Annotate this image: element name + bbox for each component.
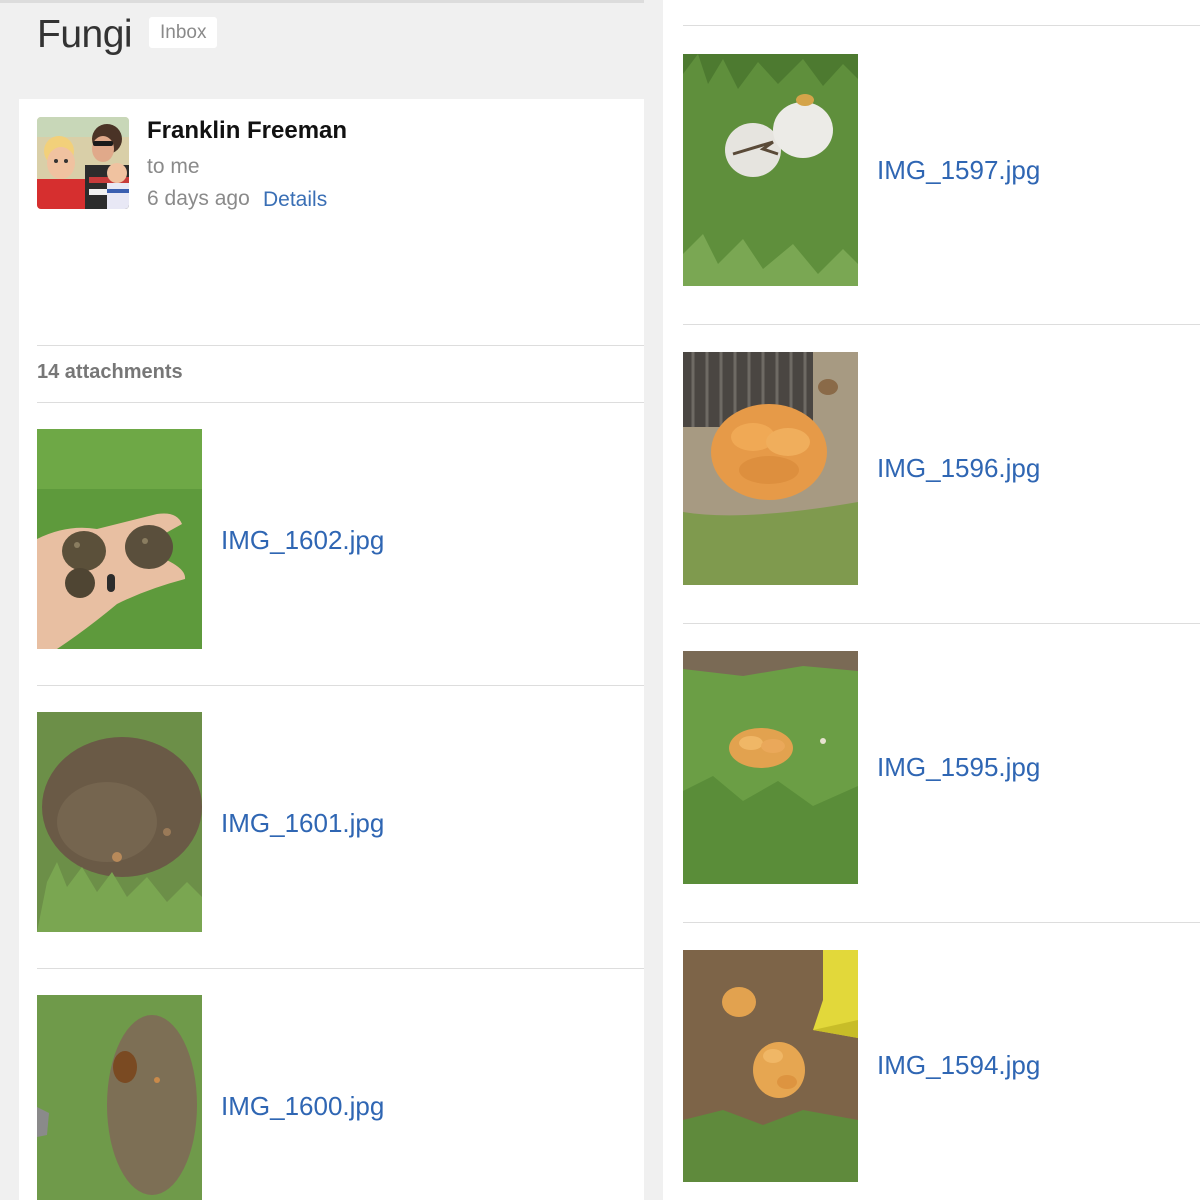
attachment-filename[interactable]: IMG_1594.jpg [877, 1050, 1040, 1081]
message-panel: Fungi Inbox Franklin Freeman to me 6 day… [0, 0, 644, 1200]
divider [683, 324, 1200, 325]
divider [37, 402, 644, 403]
attachment-thumbnail[interactable] [683, 352, 858, 585]
divider [683, 623, 1200, 624]
message-subject: Fungi [37, 13, 133, 56]
attachment-filename[interactable]: IMG_1600.jpg [221, 1091, 384, 1122]
attachment-thumbnail[interactable] [683, 950, 858, 1182]
divider [37, 345, 644, 346]
divider [683, 25, 1200, 26]
attachment-filename[interactable]: IMG_1602.jpg [221, 525, 384, 556]
attachment-thumbnail[interactable] [37, 712, 202, 932]
attachment-thumbnail[interactable] [37, 429, 202, 649]
attachment-filename[interactable]: IMG_1596.jpg [877, 453, 1040, 484]
attachment-item[interactable]: IMG_1600.jpg [37, 995, 457, 1200]
divider [683, 922, 1200, 923]
attachment-thumbnail[interactable] [683, 54, 858, 286]
attachment-item[interactable]: IMG_1601.jpg [37, 712, 457, 932]
attachment-filename[interactable]: IMG_1597.jpg [877, 155, 1040, 186]
attachment-filename[interactable]: IMG_1601.jpg [221, 808, 384, 839]
divider [37, 968, 644, 969]
attachments-panel-continued: IMG_1597.jpg IMG_1596.jpg IMG_1595.jpg I… [663, 0, 1200, 1200]
attachment-thumbnail[interactable] [683, 651, 858, 884]
attachment-thumbnail[interactable] [37, 995, 202, 1200]
panel-gutter [644, 0, 663, 1200]
attachment-item[interactable]: IMG_1594.jpg [683, 950, 1103, 1182]
attachments-count: 14 attachments [37, 361, 183, 383]
attachment-filename[interactable]: IMG_1595.jpg [877, 752, 1040, 783]
message-timestamp: 6 days ago [147, 187, 250, 210]
divider [37, 685, 644, 686]
recipient-text: to me [147, 155, 200, 178]
sender-name[interactable]: Franklin Freeman [147, 117, 347, 145]
inbox-label-badge[interactable]: Inbox [149, 17, 218, 48]
details-link[interactable]: Details [263, 188, 327, 212]
attachment-item[interactable]: IMG_1595.jpg [683, 651, 1103, 884]
attachment-item[interactable]: IMG_1602.jpg [37, 429, 457, 649]
attachment-item[interactable]: IMG_1596.jpg [683, 352, 1103, 585]
attachment-item[interactable]: IMG_1597.jpg [683, 54, 1103, 286]
sender-avatar[interactable] [37, 117, 129, 209]
